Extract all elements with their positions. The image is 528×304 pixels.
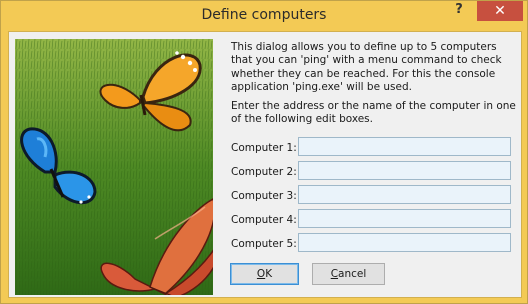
computer-3-input[interactable] — [298, 185, 511, 204]
cancel-label-rest: ancel — [338, 268, 367, 280]
computer-4-label: Computer 4: — [231, 214, 297, 226]
cancel-button[interactable]: Cancel — [312, 263, 385, 285]
title-bar[interactable]: Define computers ? ✕ — [1, 1, 527, 31]
instruction-text: Enter the address or the name of the com… — [231, 100, 516, 126]
cancel-accelerator: C — [330, 268, 339, 280]
dialog-client-area: This dialog allows you to define up to 5… — [8, 31, 522, 298]
ok-accelerator: O — [256, 268, 266, 280]
computer-2-input[interactable] — [298, 161, 511, 180]
butterflies-image — [15, 39, 213, 295]
computer-1-label: Computer 1: — [231, 142, 297, 154]
computer-2-label: Computer 2: — [231, 166, 297, 178]
computer-3-label: Computer 3: — [231, 190, 297, 202]
computer-5-input[interactable] — [298, 233, 511, 252]
description-text: This dialog allows you to define up to 5… — [231, 41, 502, 94]
ok-label-rest: K — [265, 268, 273, 280]
help-button[interactable]: ? — [445, 1, 473, 21]
dialog-window: Define computers ? ✕ This dialog allows … — [0, 0, 528, 304]
ok-button[interactable]: OK — [230, 263, 299, 285]
computer-1-input[interactable] — [298, 137, 511, 156]
computer-4-input[interactable] — [298, 209, 511, 228]
close-button[interactable]: ✕ — [477, 1, 523, 21]
computer-5-label: Computer 5: — [231, 238, 297, 250]
